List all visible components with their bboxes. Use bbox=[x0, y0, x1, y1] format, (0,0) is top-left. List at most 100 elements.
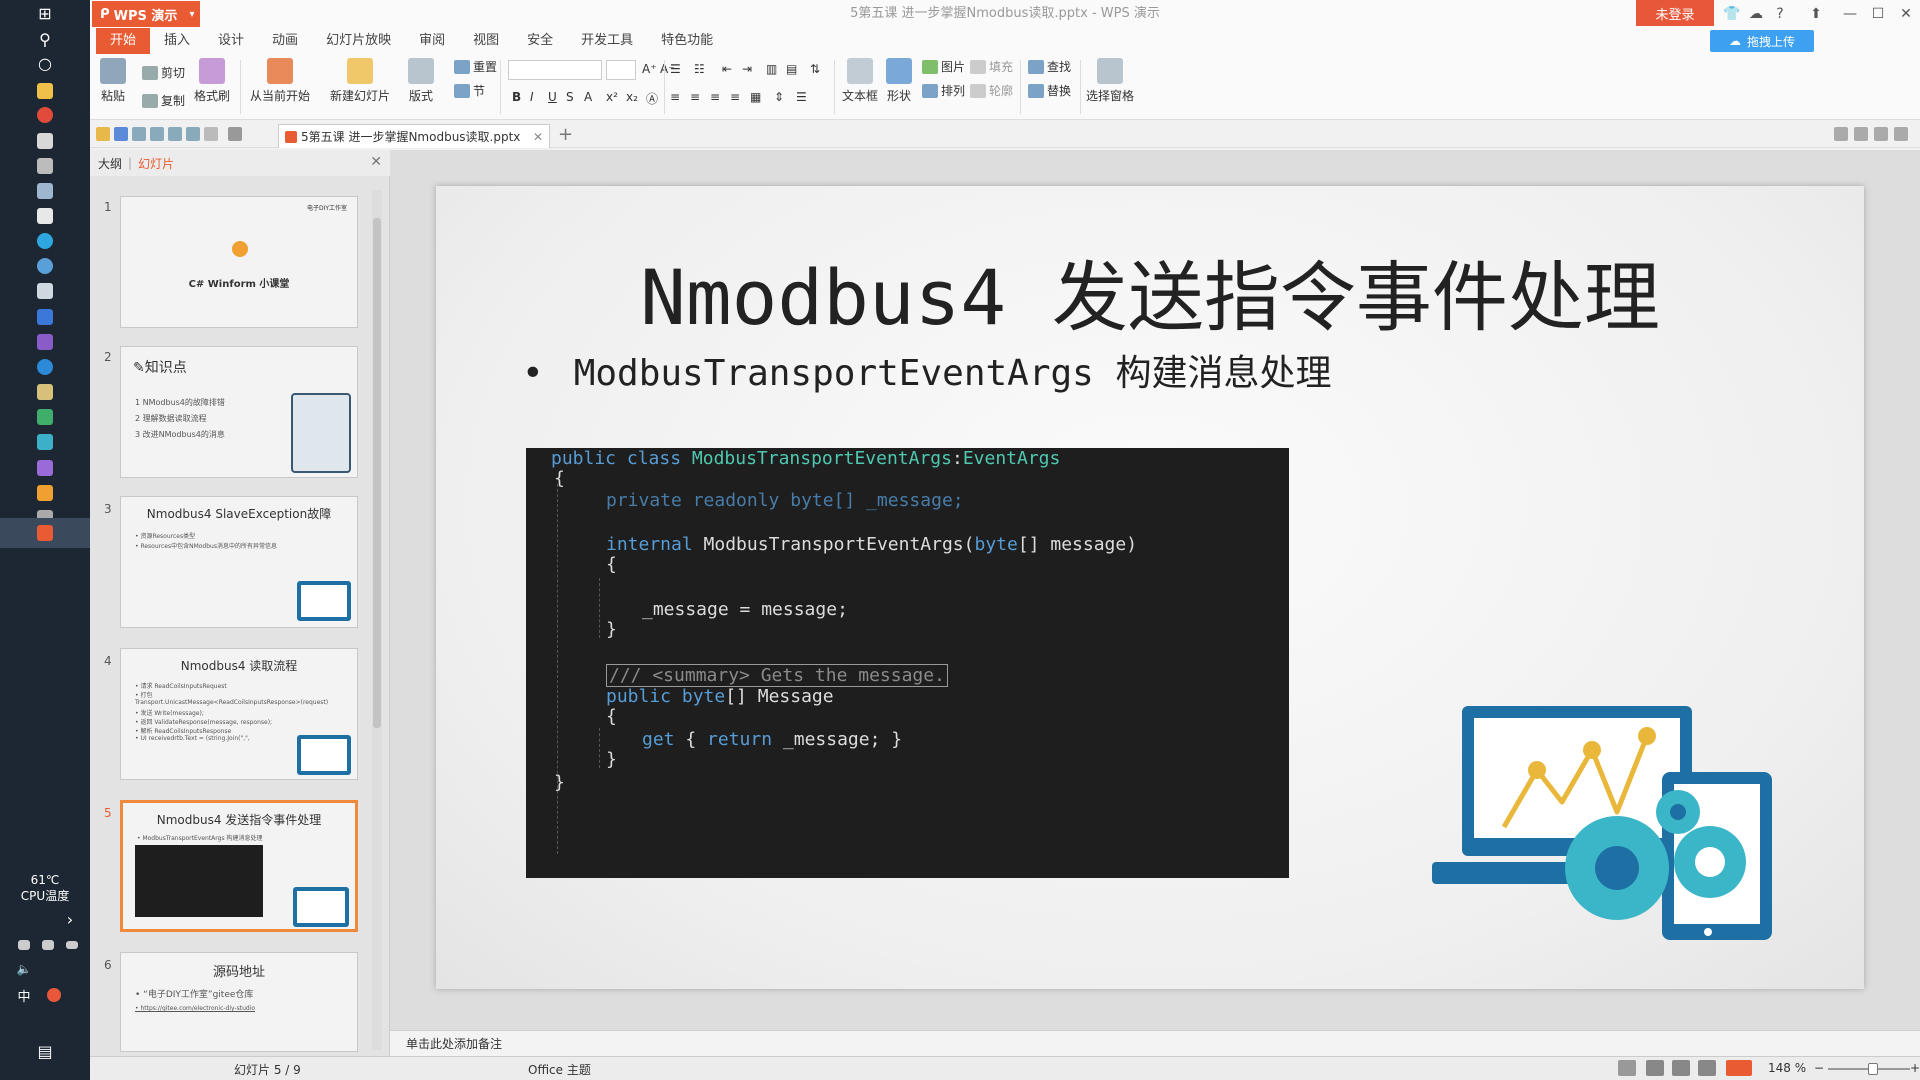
superscript-icon[interactable]: x² bbox=[606, 90, 618, 104]
battery-icon[interactable] bbox=[62, 934, 82, 956]
zoom-in-icon[interactable]: + bbox=[1910, 1061, 1920, 1075]
task-view-icon[interactable]: ○ bbox=[29, 52, 61, 74]
close-icon[interactable]: ✕ bbox=[1892, 0, 1920, 28]
current-slide[interactable]: Nmodbus4 发送指令事件处理 • ModbusTransportEventA… bbox=[436, 186, 1864, 989]
align-text-icon[interactable]: ▤ bbox=[786, 62, 797, 76]
text-direction-icon[interactable]: ⇅ bbox=[810, 62, 820, 76]
align-center-icon[interactable]: ≡ bbox=[690, 90, 700, 104]
app-icon-4[interactable] bbox=[29, 306, 61, 328]
tab-slideshow[interactable]: 幻灯片放映 bbox=[312, 28, 405, 54]
tab-outline[interactable]: 大纲 bbox=[98, 155, 122, 172]
app-icon-9[interactable] bbox=[29, 482, 61, 504]
reading-view-icon[interactable] bbox=[1698, 1060, 1716, 1076]
notes-toggle-icon[interactable] bbox=[1618, 1060, 1636, 1076]
zoom-slider-knob[interactable] bbox=[1868, 1063, 1878, 1075]
close-tab-icon[interactable]: ✕ bbox=[533, 130, 543, 144]
strikethrough-icon[interactable]: S bbox=[566, 90, 574, 104]
ime-indicator[interactable]: 中 bbox=[14, 984, 34, 1006]
app-icon[interactable] bbox=[29, 155, 61, 177]
app-icon-8[interactable] bbox=[29, 431, 61, 453]
outline-button[interactable]: 轮廓 bbox=[970, 82, 1013, 99]
numbered-list-icon[interactable]: ☷ bbox=[694, 62, 705, 76]
zoom-slider[interactable] bbox=[1828, 1063, 1910, 1075]
help-icon[interactable]: ? bbox=[1766, 0, 1794, 28]
app-icon-3[interactable] bbox=[29, 280, 61, 302]
panel-scrollbar-thumb[interactable] bbox=[373, 218, 381, 728]
customize-dropdown-icon[interactable] bbox=[228, 127, 242, 141]
edge-icon[interactable] bbox=[29, 230, 61, 252]
volume-icon[interactable]: 🔈 bbox=[14, 958, 34, 980]
tab-security[interactable]: 安全 bbox=[513, 28, 567, 54]
slide-thumb-6[interactable]: 源码地址 • “电子DIY工作室”gitee仓库 • https://gitee… bbox=[120, 952, 358, 1052]
visual-studio-icon-2[interactable] bbox=[29, 457, 61, 479]
tray-icon-2[interactable] bbox=[38, 934, 58, 956]
cloud-upload-button[interactable]: ☁ 拖拽上传 bbox=[1710, 30, 1814, 52]
font-name-combo[interactable] bbox=[508, 60, 602, 80]
toolbar-icon-c[interactable] bbox=[1874, 127, 1888, 141]
wps-presentation-icon[interactable] bbox=[29, 522, 61, 544]
format-painter-button[interactable]: 格式刷 bbox=[194, 58, 230, 104]
preview-icon[interactable] bbox=[168, 127, 182, 141]
tab-insert[interactable]: 插入 bbox=[150, 28, 204, 54]
distribute-icon[interactable]: ▦ bbox=[750, 90, 761, 104]
slide-thumb-5[interactable]: Nmodbus4 发送指令事件处理 • ModbusTransportEvent… bbox=[120, 800, 358, 932]
copy-button[interactable]: 复制 bbox=[142, 92, 185, 109]
open-icon[interactable] bbox=[96, 127, 110, 141]
subscript-icon[interactable]: x₂ bbox=[626, 90, 638, 104]
italic-icon[interactable]: I bbox=[530, 90, 534, 104]
undo-icon[interactable] bbox=[186, 127, 200, 141]
justify-icon[interactable]: ≡ bbox=[730, 90, 740, 104]
replace-button[interactable]: 替换 bbox=[1028, 82, 1071, 99]
toolbar-icon-d[interactable] bbox=[1894, 127, 1908, 141]
slide-thumb-1[interactable]: 电子DIY工作室 C# Winform 小课堂 bbox=[120, 196, 358, 328]
slide-bullet[interactable]: • ModbusTransportEventArgs 构建消息处理 bbox=[522, 344, 1332, 396]
section-button[interactable]: 节 bbox=[454, 82, 485, 99]
increase-font-icon[interactable]: A⁺ bbox=[642, 62, 657, 76]
fill-button[interactable]: 填充 bbox=[970, 58, 1013, 75]
layout-button[interactable]: 版式 bbox=[408, 58, 434, 104]
new-slide-button[interactable]: 新建幻灯片 bbox=[330, 58, 390, 104]
document-tab[interactable]: 5第五课 进一步掌握Nmodbus读取.pptx ✕ bbox=[278, 124, 550, 148]
bold-icon[interactable]: B bbox=[512, 90, 521, 104]
clear-format-icon[interactable]: Ⓐ bbox=[646, 90, 658, 107]
play-slideshow-icon[interactable] bbox=[1726, 1060, 1752, 1076]
export-icon[interactable] bbox=[132, 127, 146, 141]
reset-button[interactable]: 重置 bbox=[454, 58, 497, 75]
save-icon[interactable] bbox=[114, 127, 128, 141]
tray-icon-1[interactable] bbox=[14, 934, 34, 956]
slide-title[interactable]: Nmodbus4 发送指令事件处理 bbox=[436, 236, 1864, 346]
arrange-button[interactable]: 排列 bbox=[922, 82, 965, 99]
notification-icon[interactable]: ▤ bbox=[29, 1040, 61, 1062]
maximize-icon[interactable]: ☐ bbox=[1864, 0, 1892, 28]
normal-view-icon[interactable] bbox=[1646, 1060, 1664, 1076]
app-icon-2[interactable] bbox=[29, 205, 61, 227]
toolbar-icon-b[interactable] bbox=[1854, 127, 1868, 141]
paste-button[interactable]: 粘贴 bbox=[100, 58, 126, 104]
paragraph-spacing-icon[interactable]: ☰ bbox=[796, 90, 807, 104]
from-current-button[interactable]: 从当前开始 bbox=[250, 58, 310, 104]
app-icon-6[interactable] bbox=[29, 381, 61, 403]
tab-developer[interactable]: 开发工具 bbox=[567, 28, 647, 54]
tab-special[interactable]: 特色功能 bbox=[647, 28, 727, 54]
selection-pane-button[interactable]: 选择窗格 bbox=[1086, 58, 1134, 104]
indent-increase-icon[interactable]: ⇥ bbox=[742, 62, 752, 76]
windows-start-icon[interactable]: ⊞ bbox=[29, 2, 61, 24]
code-block[interactable]: public class ModbusTransportEventArgs:Ev… bbox=[526, 448, 1289, 878]
visual-studio-icon[interactable] bbox=[29, 331, 61, 353]
search-icon[interactable]: ⚲ bbox=[29, 28, 61, 50]
sogou-icon[interactable] bbox=[44, 984, 64, 1006]
app-icon-7[interactable] bbox=[29, 406, 61, 428]
line-spacing-icon[interactable]: ⇕ bbox=[774, 90, 784, 104]
chevron-right-icon[interactable]: › bbox=[60, 908, 80, 930]
align-right-icon[interactable]: ≡ bbox=[710, 90, 720, 104]
columns-icon[interactable]: ▥ bbox=[766, 62, 777, 76]
bullet-list-icon[interactable]: ☰ bbox=[670, 62, 681, 76]
slide-thumb-3[interactable]: Nmodbus4 SlaveException故障 • 资源Resources类… bbox=[120, 496, 358, 628]
print-icon[interactable] bbox=[150, 127, 164, 141]
font-size-combo[interactable] bbox=[606, 60, 636, 80]
indent-decrease-icon[interactable]: ⇤ bbox=[722, 62, 732, 76]
close-panel-icon[interactable]: ✕ bbox=[370, 154, 382, 170]
browser-icon[interactable] bbox=[29, 255, 61, 277]
notepad-icon[interactable] bbox=[29, 180, 61, 202]
new-tab-button[interactable]: + bbox=[558, 124, 573, 145]
